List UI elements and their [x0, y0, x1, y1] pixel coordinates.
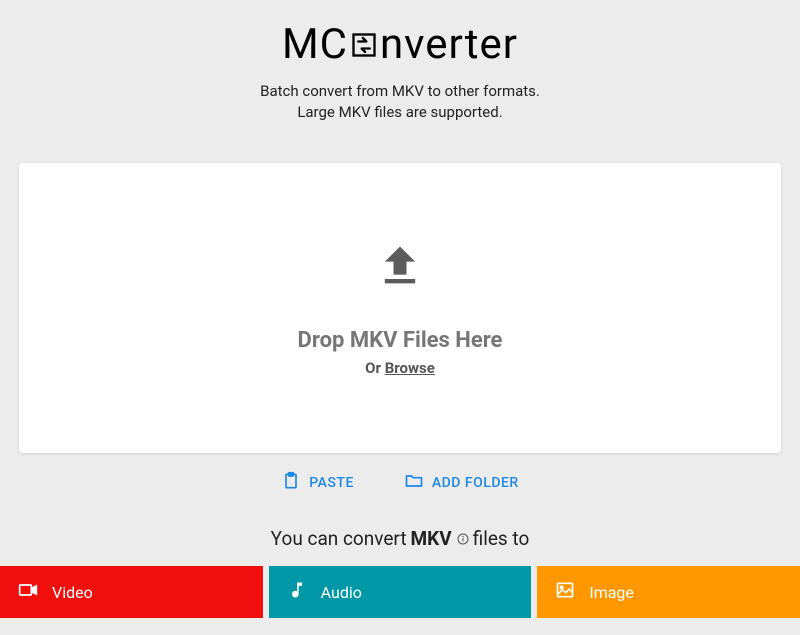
add-folder-label: ADD FOLDER — [432, 475, 519, 491]
subtitle-line2: Large MKV files are supported. — [260, 102, 540, 123]
logo-text-part2: nverter — [380, 20, 518, 69]
tab-video[interactable]: Video — [0, 566, 263, 618]
audio-icon — [287, 580, 307, 604]
drop-files-text: Drop MKV Files Here — [298, 328, 503, 353]
browse-link[interactable]: Browse — [385, 359, 435, 377]
dropzone-actions: PASTE ADD FOLDER — [281, 471, 518, 495]
convert-arrows-icon — [350, 31, 378, 59]
browse-line: Or Browse — [365, 359, 435, 377]
paste-label: PASTE — [309, 475, 354, 491]
folder-icon — [404, 471, 424, 495]
file-dropzone[interactable]: Drop MKV Files Here Or Browse — [19, 163, 781, 453]
logo-text-part1: MC — [282, 20, 348, 69]
video-label: Video — [52, 583, 93, 602]
convert-to-text: You can convert MKV files to — [271, 527, 530, 550]
audio-label: Audio — [321, 583, 362, 602]
or-text: Or — [365, 359, 385, 377]
app-subtitle: Batch convert from MKV to other formats.… — [260, 81, 540, 123]
video-icon — [18, 580, 38, 604]
add-folder-button[interactable]: ADD FOLDER — [404, 471, 519, 495]
category-tabs: Video Audio Image — [0, 566, 800, 618]
info-icon[interactable] — [457, 533, 469, 545]
image-icon — [555, 580, 575, 604]
convert-format: MKV — [411, 527, 452, 550]
tab-audio[interactable]: Audio — [269, 566, 532, 618]
paste-button[interactable]: PASTE — [281, 471, 354, 495]
upload-icon — [374, 240, 426, 296]
app-logo: MC nverter — [282, 20, 518, 69]
clipboard-icon — [281, 471, 301, 495]
tab-image[interactable]: Image — [537, 566, 800, 618]
image-label: Image — [589, 583, 634, 602]
subtitle-line1: Batch convert from MKV to other formats. — [260, 81, 540, 102]
convert-prefix: You can convert — [271, 527, 407, 550]
convert-suffix: files to — [473, 527, 530, 550]
